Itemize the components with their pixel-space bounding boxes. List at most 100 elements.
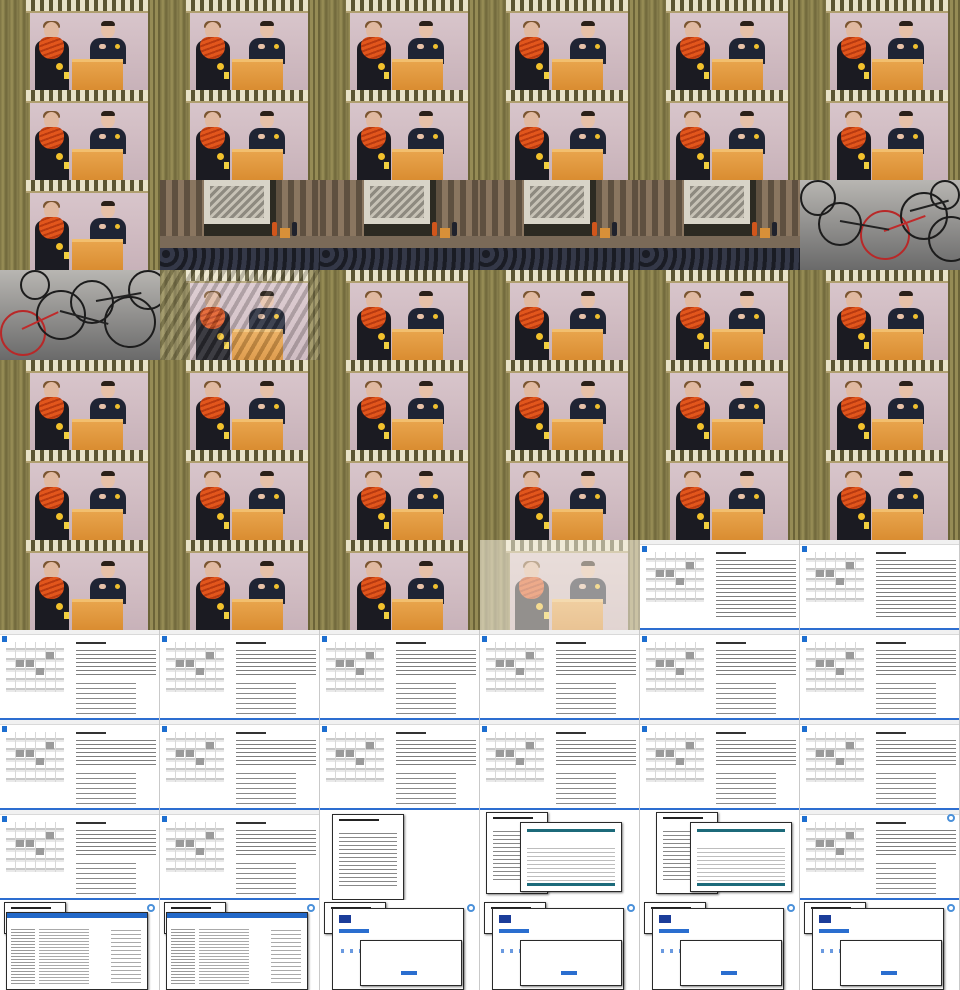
man-hand (738, 44, 745, 49)
podium (384, 419, 443, 450)
document-text (716, 648, 796, 678)
document-heading (236, 822, 266, 824)
man-hand (417, 134, 424, 139)
curtain (468, 90, 480, 180)
podium (64, 239, 123, 270)
document-text (236, 738, 316, 768)
man-hair (899, 291, 913, 296)
man-hair (581, 291, 595, 296)
calendar-highlight-3 (356, 758, 364, 765)
table-header-bar (697, 829, 785, 832)
woman-in-orange-scarf (355, 381, 393, 450)
man-at-podium (567, 381, 609, 424)
cup (384, 522, 389, 529)
man-badge (754, 494, 759, 499)
woman-badge (56, 63, 63, 70)
light-rail (666, 101, 796, 103)
man-hair (581, 111, 595, 116)
table-rows (527, 845, 615, 883)
document-heading (876, 642, 906, 644)
man-badge (433, 134, 438, 139)
man-badge (274, 44, 279, 49)
properties-column (111, 927, 141, 985)
browser-toolbar (640, 540, 799, 545)
video-frame-38 (160, 540, 320, 630)
man-at-podium (246, 381, 288, 424)
light-rail (506, 461, 636, 463)
calendar-table (646, 642, 704, 692)
man-badge (913, 404, 918, 409)
document-heading (556, 642, 586, 644)
continue-button[interactable] (721, 971, 737, 975)
woman-scarf (361, 307, 386, 329)
woman-scarf (39, 127, 64, 149)
woman-badge (56, 153, 63, 160)
video-frame-17 (640, 180, 800, 270)
browser-toolbar (480, 720, 639, 725)
calendar-highlight-4 (846, 832, 854, 839)
woman-in-orange-scarf (835, 381, 873, 450)
video-frame-13 (0, 180, 160, 270)
cup (224, 612, 229, 619)
bicycle-wheel-5 (800, 180, 836, 216)
calendar-table (646, 732, 704, 782)
projection-screen (524, 180, 590, 224)
light-rail (666, 11, 796, 13)
video-frame-48 (800, 630, 960, 720)
video-frame-45 (320, 630, 480, 720)
man-hand (897, 404, 904, 409)
man-badge (595, 134, 600, 139)
light-rail (826, 11, 956, 13)
man-at-podium (885, 21, 927, 64)
man-badge (595, 404, 600, 409)
podium (384, 59, 443, 90)
calendar-highlight-1 (656, 570, 664, 577)
video-frame-55 (0, 810, 160, 900)
woman-badge (217, 63, 224, 70)
man-hand (99, 404, 106, 409)
calendar-highlight-1 (176, 750, 184, 757)
video-frame-60 (800, 810, 960, 900)
calendar-highlight-4 (846, 742, 854, 749)
calendar-highlight-4 (366, 652, 374, 659)
calendar-highlight-3 (676, 578, 684, 585)
document-heading (76, 822, 106, 824)
continue-button[interactable] (561, 971, 577, 975)
man-at-podium (726, 21, 768, 64)
calendar-table (646, 552, 704, 602)
woman-in-orange-scarf (33, 21, 71, 90)
woman-in-orange-scarf (355, 111, 393, 180)
man-hand (258, 44, 265, 49)
curtain (148, 0, 160, 90)
video-frame-31 (0, 450, 160, 540)
calendar-highlight-3 (836, 758, 844, 765)
woman-in-orange-scarf (835, 21, 873, 90)
man-hair (899, 471, 913, 476)
audience (160, 248, 320, 270)
calendar-highlight-1 (496, 750, 504, 757)
cup (544, 342, 549, 349)
woman-scarf (680, 487, 705, 509)
man-hair (740, 291, 754, 296)
man-badge (595, 314, 600, 319)
calendar-highlight-3 (356, 668, 364, 675)
document-list (876, 680, 936, 716)
woman-in-orange-scarf (33, 561, 71, 630)
curtain (628, 0, 640, 90)
eu-flag-icon (339, 915, 351, 923)
podium (704, 149, 763, 180)
podium (704, 509, 763, 540)
man-hair (260, 471, 274, 476)
woman-in-orange-scarf (835, 291, 873, 360)
document-list (716, 680, 776, 716)
continue-button[interactable] (881, 971, 897, 975)
cup (224, 522, 229, 529)
woman-scarf (39, 37, 64, 59)
woman-in-orange-scarf (513, 471, 551, 540)
continue-button[interactable] (401, 971, 417, 975)
calendar-highlight-1 (176, 840, 184, 847)
calendar-highlight-3 (36, 848, 44, 855)
document-heading (876, 552, 906, 554)
man-badge (754, 44, 759, 49)
woman-in-orange-scarf (194, 471, 232, 540)
